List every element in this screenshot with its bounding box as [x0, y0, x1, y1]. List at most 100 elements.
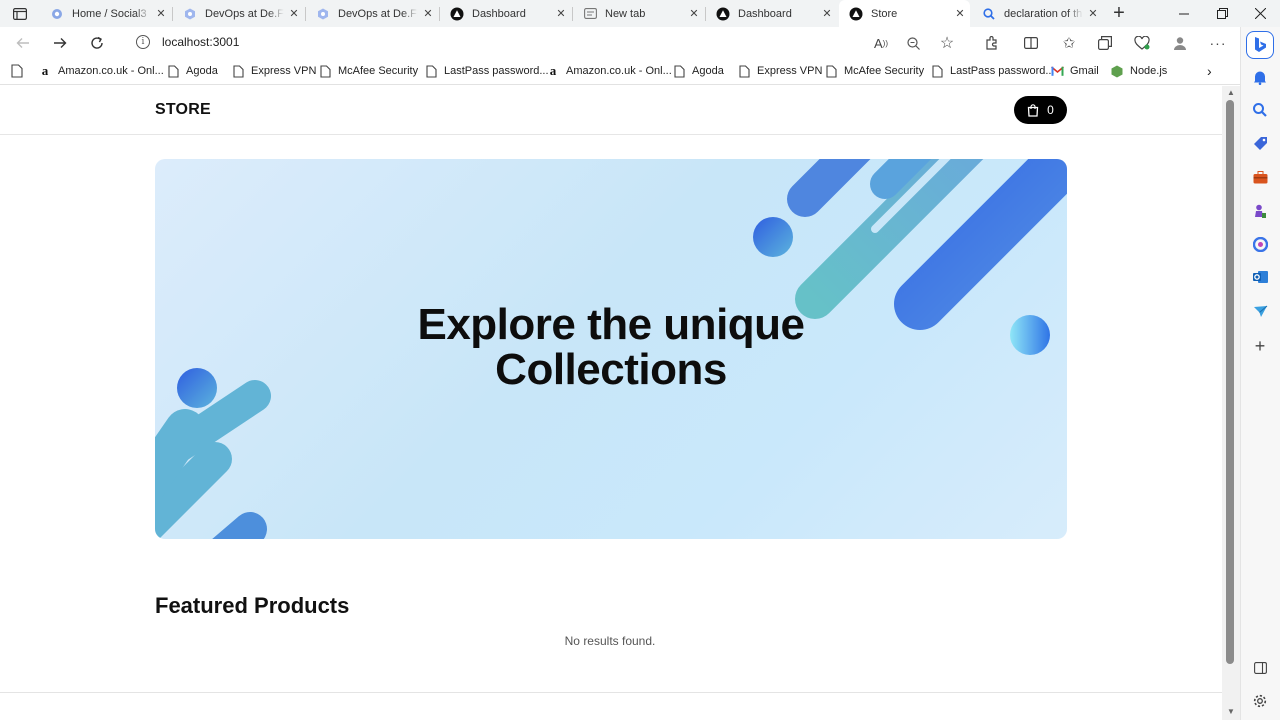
close-tab-icon[interactable]: ✕: [151, 7, 171, 20]
read-aloud-icon[interactable]: A)): [870, 32, 892, 54]
more-menu-icon[interactable]: ···: [1207, 32, 1229, 54]
microsoft-365-icon[interactable]: [1251, 235, 1269, 253]
browser-tab[interactable]: Store ✕: [839, 0, 970, 27]
zoom-icon[interactable]: [902, 32, 924, 54]
site-header: STORE 0: [0, 86, 1222, 135]
bookmark-label: Agoda: [186, 65, 218, 77]
page-icon: [824, 64, 838, 78]
close-tab-icon[interactable]: ✕: [551, 7, 571, 20]
nodejs-icon: [1110, 64, 1124, 78]
favorite-star-icon[interactable]: ☆: [936, 32, 958, 54]
send-drop-icon[interactable]: [1251, 302, 1269, 320]
hide-sidebar-icon[interactable]: [1251, 659, 1269, 677]
page-icon: [231, 64, 245, 78]
browser-tab[interactable]: DevOps at De.Fi / ✕: [173, 0, 304, 27]
outlook-icon[interactable]: [1251, 268, 1269, 286]
scroll-down-arrow-icon[interactable]: ▼: [1226, 707, 1236, 717]
bookmarks-overflow-chevron-icon[interactable]: ›: [1207, 63, 1212, 79]
bookmark-label: McAfee Security: [844, 65, 925, 77]
notifications-bell-icon[interactable]: [1251, 68, 1269, 86]
extensions-icon[interactable]: [980, 32, 1002, 54]
tab-title: DevOps at De.Fi /: [205, 7, 284, 20]
close-tab-icon[interactable]: ✕: [1083, 7, 1103, 20]
browser-tab[interactable]: Dashboard ✕: [706, 0, 837, 27]
bookmark-label: McAfee Security: [338, 65, 419, 77]
close-tab-icon[interactable]: ✕: [284, 7, 304, 20]
minimize-button[interactable]: [1165, 0, 1203, 27]
browser-tab[interactable]: Dashboard ✕: [440, 0, 571, 27]
shopping-tag-icon[interactable]: [1251, 134, 1269, 152]
bookmark-item[interactable]: Node.js: [1110, 63, 1167, 79]
bookmark-item[interactable]: Agoda: [672, 63, 724, 79]
bookmarks-bar: a Amazon.co.uk - Onl... Agoda Express VPN Mc…: [0, 58, 1240, 85]
bookmark-item[interactable]: Express VPN: [737, 63, 822, 79]
new-tab-button[interactable]: +: [1108, 2, 1130, 24]
page-scrollbar[interactable]: ▲ ▼: [1222, 86, 1240, 720]
browser-tab[interactable]: DevOps at De.Fi / ✕: [306, 0, 438, 27]
tools-briefcase-icon[interactable]: [1251, 168, 1269, 186]
search-icon[interactable]: [1251, 101, 1269, 119]
back-button[interactable]: [11, 31, 35, 55]
hero-banner: Explore the unique Collections: [155, 159, 1067, 539]
bookmark-label: Node.js: [1130, 65, 1168, 77]
tab-strip: Home / Social3 ✕ DevOps at De.Fi / ✕ DevOps …: [0, 0, 1280, 27]
bookmark-label: Gmail: [1070, 65, 1099, 77]
bookmark-item[interactable]: Agoda: [166, 63, 218, 79]
close-tab-icon[interactable]: ✕: [950, 7, 970, 20]
bookmark-item[interactable]: a Amazon.co.uk - Onl...: [546, 63, 672, 79]
gmail-icon: [1050, 64, 1064, 78]
page-viewport: STORE 0 Explore the unique Collections F…: [0, 86, 1222, 720]
browser-tab[interactable]: Home / Social3 ✕: [40, 0, 171, 27]
forward-arrow-icon: [54, 38, 67, 48]
tab-title: declaration of thr: [1004, 7, 1083, 20]
address-bar[interactable]: i localhost:3001: [121, 29, 973, 55]
forward-button[interactable]: [48, 31, 72, 55]
bookmark-item[interactable]: Gmail: [1050, 63, 1099, 79]
collections-icon[interactable]: [1094, 32, 1116, 54]
close-tab-icon[interactable]: ✕: [684, 7, 704, 20]
page-icon: [318, 64, 332, 78]
close-icon: [1254, 8, 1266, 19]
sidebar-settings-gear-icon[interactable]: [1251, 692, 1269, 710]
cart-button[interactable]: 0: [1014, 96, 1067, 124]
tab-separator: [705, 7, 706, 21]
bookmark-item[interactable]: a Amazon.co.uk - Onl...: [38, 63, 164, 79]
add-sidebar-app-icon[interactable]: +: [1251, 336, 1269, 356]
bookmark-label: Express VPN: [757, 65, 823, 77]
bookmark-label: Express VPN: [251, 65, 317, 77]
site-info-icon[interactable]: i: [136, 35, 150, 49]
copilot-bing-icon[interactable]: [1246, 31, 1274, 59]
tab-actions-icon: [13, 8, 27, 20]
scroll-thumb[interactable]: [1226, 100, 1234, 664]
bookmark-item[interactable]: LastPass password...: [930, 63, 1055, 79]
bookmark-item[interactable]: McAfee Security: [318, 63, 418, 79]
tab-separator: [439, 7, 440, 21]
bookmark-item[interactable]: LastPass password...: [424, 63, 549, 79]
profile-icon[interactable]: [1169, 32, 1191, 54]
bookmark-item[interactable]: Express VPN: [231, 63, 316, 79]
restore-button[interactable]: [1203, 0, 1241, 27]
store-logo[interactable]: STORE: [155, 101, 211, 119]
favorites-icon[interactable]: ✩: [1058, 32, 1080, 54]
close-window-button[interactable]: [1241, 0, 1279, 27]
browser-tab[interactable]: declaration of thr ✕: [972, 0, 1103, 27]
tab-actions-button[interactable]: [6, 4, 34, 24]
hero-title-line2: Collections: [495, 345, 727, 394]
games-chess-icon[interactable]: [1251, 202, 1269, 220]
shopping-bag-icon: [1027, 103, 1039, 117]
close-tab-icon[interactable]: ✕: [418, 7, 438, 20]
close-tab-icon[interactable]: ✕: [817, 7, 837, 20]
scroll-up-arrow-icon[interactable]: ▲: [1226, 88, 1236, 98]
browser-essentials-icon[interactable]: [1131, 32, 1153, 54]
amazon-icon: a: [41, 63, 49, 78]
minimize-icon: [1179, 13, 1189, 14]
bookmark-label: Amazon.co.uk - Onl...: [58, 65, 164, 77]
page-icon: [930, 64, 944, 78]
browser-tab[interactable]: New tab ✕: [573, 0, 704, 27]
triangle-favicon-icon: [716, 7, 730, 21]
split-screen-icon[interactable]: [1020, 32, 1042, 54]
reload-button[interactable]: [85, 31, 109, 55]
back-arrow-icon: [16, 38, 29, 48]
bookmark-item[interactable]: McAfee Security: [824, 63, 924, 79]
url-text[interactable]: localhost:3001: [162, 35, 239, 49]
